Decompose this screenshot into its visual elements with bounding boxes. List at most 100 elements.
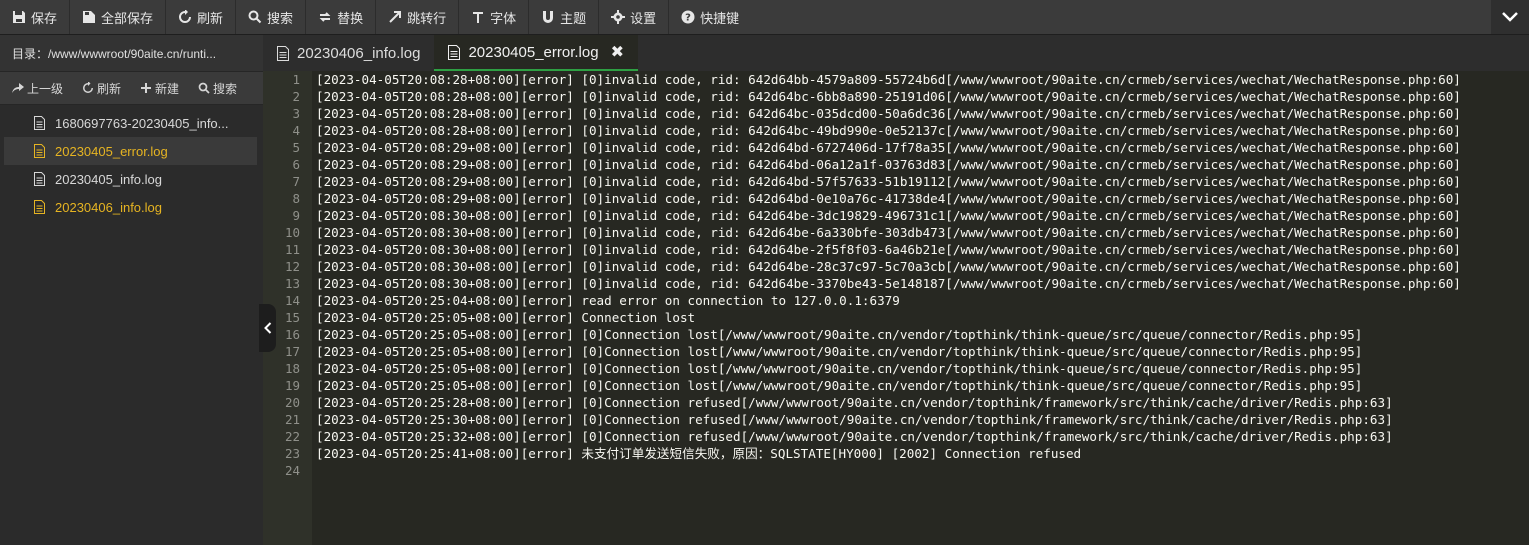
line-number: 19	[284, 378, 300, 393]
save-label: 保存	[31, 10, 58, 26]
share-arrow-icon	[12, 83, 24, 93]
code-line[interactable]: [2023-04-05T20:25:04+08:00][error] read …	[316, 292, 1461, 309]
line-number: 10	[284, 225, 300, 240]
code-line[interactable]: [2023-04-05T20:25:41+08:00][error] 未支付订单…	[316, 445, 1461, 462]
font-icon	[473, 12, 484, 23]
theme-label: 主题	[560, 10, 587, 26]
code-line[interactable]: [2023-04-05T20:25:05+08:00][error] [0]Co…	[316, 377, 1461, 394]
chevron-down-icon	[1502, 12, 1518, 22]
toolbar: 保存 全部保存 刷新 搜索 替换 跳转行 字体 主题 设置 ? 快捷键	[0, 0, 1529, 35]
code-editor[interactable]: 1 2 3 4 5 6 7 8 9 10 11 12 13 14 15 16 17 18 19 20 21 22 23 24 …	[263, 71, 1529, 545]
code-content[interactable]: [2023-04-05T20:08:28+08:00][error] [0]in…	[316, 71, 1461, 479]
save-button[interactable]: 保存	[0, 0, 71, 34]
file-name: 20230405_info.log	[55, 171, 162, 187]
parent-dir-label: 上一级	[27, 81, 64, 96]
file-item[interactable]: 20230405_info.log	[4, 165, 257, 193]
tab-20230405-error[interactable]: 20230405_error.log ✖	[434, 35, 638, 71]
sidebar-refresh-button[interactable]: 刷新	[70, 80, 128, 97]
goto-line-icon	[389, 11, 402, 23]
refresh-label: 刷新	[197, 10, 224, 26]
code-line[interactable]: [2023-04-05T20:25:05+08:00][error] [0]Co…	[316, 326, 1461, 343]
code-line[interactable]: [2023-04-05T20:25:28+08:00][error] [0]Co…	[316, 394, 1461, 411]
file-icon	[448, 44, 461, 60]
code-line[interactable]: [2023-04-05T20:25:05+08:00][error] Conne…	[316, 309, 1461, 326]
code-line[interactable]: [2023-04-05T20:08:30+08:00][error] [0]in…	[316, 207, 1461, 224]
code-line[interactable]: [2023-04-05T20:08:28+08:00][error] [0]in…	[316, 88, 1461, 105]
file-list: 1680697763-20230405_info... 20230405_err…	[0, 105, 263, 221]
line-number: 5	[292, 140, 300, 155]
file-item-active[interactable]: 20230405_error.log	[4, 137, 257, 165]
code-line[interactable]: [2023-04-05T20:08:30+08:00][error] [0]in…	[316, 275, 1461, 292]
replace-label: 替换	[337, 10, 364, 26]
save-icon	[13, 11, 25, 23]
code-line[interactable]: [2023-04-05T20:08:28+08:00][error] [0]in…	[316, 122, 1461, 139]
refresh-icon	[83, 82, 94, 93]
code-line[interactable]: [2023-04-05T20:08:30+08:00][error] [0]in…	[316, 258, 1461, 275]
code-line[interactable]: [2023-04-05T20:25:05+08:00][error] [0]Co…	[316, 360, 1461, 377]
parent-dir-button[interactable]: 上一级	[0, 80, 70, 97]
new-file-button[interactable]: 新建	[128, 80, 186, 97]
file-item[interactable]: 1680697763-20230405_info...	[4, 109, 257, 137]
sidebar-search-button[interactable]: 搜索	[186, 80, 244, 97]
code-line[interactable]: [2023-04-05T20:25:32+08:00][error] [0]Co…	[316, 428, 1461, 445]
goto-line-label: 跳转行	[407, 10, 447, 26]
close-icon[interactable]: ✖	[611, 42, 624, 62]
tab-20230406-info[interactable]: 20230406_info.log	[263, 35, 434, 71]
line-number: 18	[284, 361, 300, 376]
code-line[interactable]: [2023-04-05T20:08:28+08:00][error] [0]in…	[316, 105, 1461, 122]
code-line[interactable]: [2023-04-05T20:08:29+08:00][error] [0]in…	[316, 173, 1461, 190]
replace-button[interactable]: 替换	[306, 0, 377, 34]
sidebar-search-label: 搜索	[213, 81, 238, 96]
code-line[interactable]: [2023-04-05T20:08:30+08:00][error] [0]in…	[316, 241, 1461, 258]
chevron-left-icon	[263, 322, 271, 334]
line-number: 21	[284, 412, 300, 427]
code-line[interactable]: [2023-04-05T20:08:29+08:00][error] [0]in…	[316, 190, 1461, 207]
goto-line-button[interactable]: 跳转行	[376, 0, 460, 34]
tab-label: 20230405_error.log	[468, 43, 599, 61]
line-number: 8	[292, 191, 300, 206]
file-icon	[34, 144, 45, 158]
file-icon	[277, 45, 289, 61]
file-name: 1680697763-20230405_info...	[55, 115, 229, 131]
toolbar-collapse-button[interactable]	[1491, 0, 1529, 34]
font-label: 字体	[490, 10, 517, 26]
search-icon	[248, 10, 262, 24]
file-name: 20230405_error.log	[55, 143, 168, 159]
code-line[interactable]: [2023-04-05T20:08:30+08:00][error] [0]in…	[316, 224, 1461, 241]
code-line[interactable]: [2023-04-05T20:08:29+08:00][error] [0]in…	[316, 156, 1461, 173]
file-icon	[34, 200, 45, 214]
sidebar-refresh-label: 刷新	[97, 81, 122, 96]
plus-icon	[141, 83, 152, 93]
line-number: 9	[292, 208, 300, 223]
line-number: 24	[284, 463, 300, 478]
code-line[interactable]: [2023-04-05T20:08:28+08:00][error] [0]in…	[316, 71, 1461, 88]
save-all-button[interactable]: 全部保存	[70, 0, 167, 34]
theme-button[interactable]: 主题	[529, 0, 600, 34]
help-icon: ?	[681, 10, 695, 24]
file-name: 20230406_info.log	[55, 199, 162, 215]
font-button[interactable]: 字体	[459, 0, 530, 34]
tab-label: 20230406_info.log	[297, 44, 421, 62]
line-number: 4	[292, 123, 300, 138]
line-number: 7	[292, 174, 300, 189]
refresh-button[interactable]: 刷新	[166, 0, 237, 34]
code-line[interactable]: [2023-04-05T20:08:29+08:00][error] [0]in…	[316, 139, 1461, 156]
sidebar-collapse-handle[interactable]	[259, 304, 276, 352]
line-number: 23	[284, 446, 300, 461]
line-number: 2	[292, 89, 300, 104]
line-number: 22	[284, 429, 300, 444]
shortcuts-button[interactable]: ? 快捷键	[669, 0, 751, 34]
code-line[interactable]: [2023-04-05T20:25:30+08:00][error] [0]Co…	[316, 411, 1461, 428]
line-number: 12	[284, 259, 300, 274]
file-sidebar: 目录：/www/wwwroot/90aite.cn/runti... 上一级 刷…	[0, 35, 263, 545]
code-line[interactable]: [2023-04-05T20:25:05+08:00][error] [0]Co…	[316, 343, 1461, 360]
search-button[interactable]: 搜索	[236, 0, 307, 34]
code-line[interactable]	[316, 462, 1461, 479]
file-item[interactable]: 20230406_info.log	[4, 193, 257, 221]
save-all-label: 全部保存	[101, 10, 154, 26]
gear-icon	[611, 10, 626, 24]
settings-button[interactable]: 设置	[599, 0, 670, 34]
search-label: 搜索	[267, 10, 294, 26]
save-all-icon	[83, 11, 96, 23]
editor-tabs: 20230406_info.log 20230405_error.log ✖	[263, 35, 1529, 71]
